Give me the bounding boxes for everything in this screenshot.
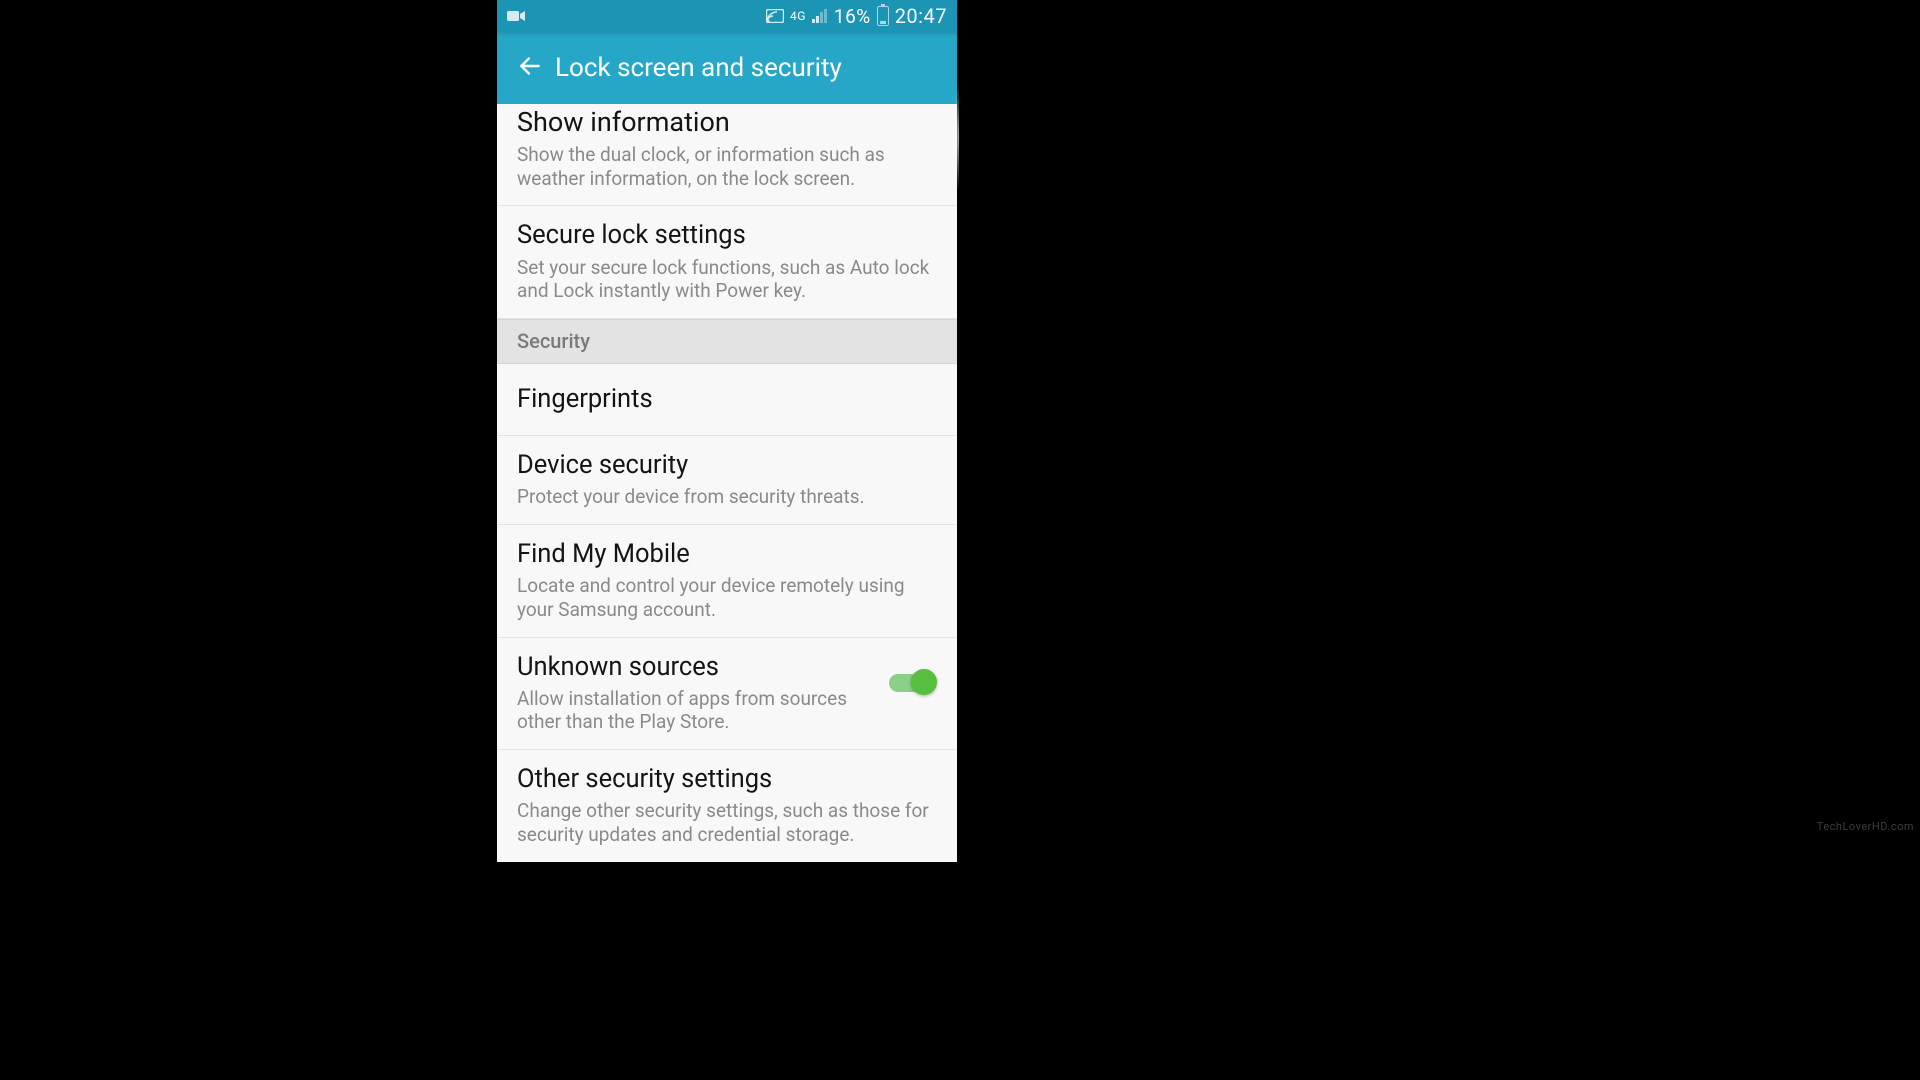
back-button[interactable] [509,47,551,89]
row-title: Other security settings [517,764,937,795]
settings-list[interactable]: Show information Show the dual clock, or… [497,104,957,862]
row-title: Secure lock settings [517,220,937,251]
app-bar: Lock screen and security [497,32,957,104]
row-desc: Allow installation of apps from sources … [517,687,875,735]
row-title: Unknown sources [517,652,875,683]
row-title: Device security [517,450,937,481]
page-title: Lock screen and security [555,53,842,83]
signal-icon [812,9,828,23]
row-title: Fingerprints [517,384,937,415]
phone-screen: 4G 16% 20:47 Lock screen and security [497,0,957,820]
row-other-security-settings[interactable]: Other security settings Change other sec… [497,750,957,862]
row-desc: Locate and control your device remotely … [517,574,937,622]
row-fingerprints[interactable]: Fingerprints [497,364,957,436]
row-title: Find My Mobile [517,539,937,570]
row-show-information[interactable]: Show information Show the dual clock, or… [497,104,957,206]
battery-percent-label: 16% [834,5,871,28]
row-desc: Change other security settings, such as … [517,799,937,847]
battery-icon [877,6,889,26]
black-background: 4G 16% 20:47 Lock screen and security [0,0,1920,1080]
cast-icon [766,5,784,28]
section-header-security: Security [497,319,957,364]
row-desc: Protect your device from security threat… [517,485,937,509]
row-desc: Show the dual clock, or information such… [517,143,937,191]
row-find-my-mobile[interactable]: Find My Mobile Locate and control your d… [497,525,957,638]
camera-icon [507,7,525,26]
row-title: Show information [517,106,937,139]
row-unknown-sources[interactable]: Unknown sources Allow installation of ap… [497,638,957,751]
arrow-left-icon [517,53,543,83]
unknown-sources-toggle[interactable] [887,666,937,698]
network-type-label: 4G [790,10,806,22]
watermark-label: TechLoverHD.com [1817,820,1914,833]
status-bar: 4G 16% 20:47 [497,0,957,32]
row-desc: Set your secure lock functions, such as … [517,256,937,304]
row-device-security[interactable]: Device security Protect your device from… [497,436,957,525]
clock-label: 20:47 [895,4,947,28]
toggle-thumb [911,669,937,695]
row-secure-lock-settings[interactable]: Secure lock settings Set your secure loc… [497,206,957,319]
